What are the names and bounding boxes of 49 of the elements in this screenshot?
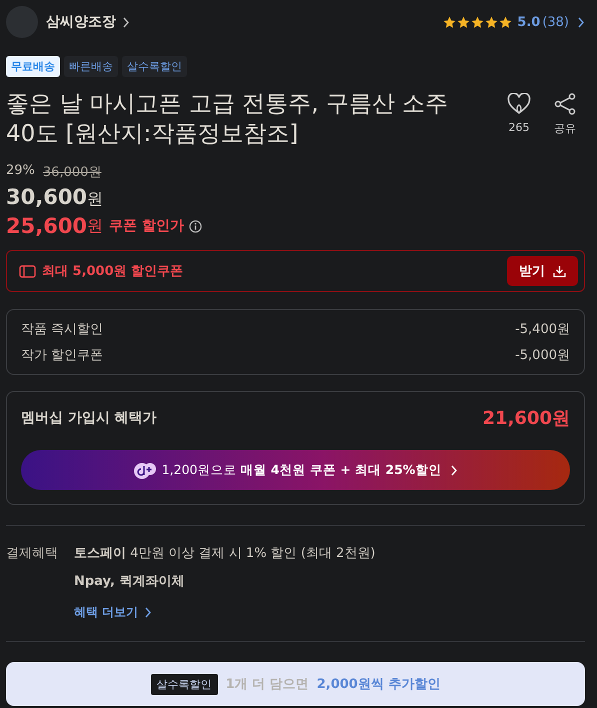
receive-button[interactable]: 받기 [507,256,578,286]
bundle-badge: 살수록할인 [150,674,218,694]
chevron-icon [450,464,458,476]
bundle-text: 1개 더 담으면 [226,676,309,693]
membership-label: 멤버십 가입시 혜택가 [21,409,157,427]
review-count[interactable]: (38) [542,14,569,30]
discount-rate: 29% [6,163,35,180]
coupon-price-label: 쿠폰 할인가 [109,217,184,235]
heart-icon[interactable] [507,93,531,115]
more-benefits-link[interactable]: 혜택 더보기 [74,604,585,621]
membership-promo-button[interactable]: 1,200원으로 매월 4천원 쿠폰 + 최대 25%할인 [21,450,570,490]
coupon-price: 25,600 [6,214,88,238]
discount-label: 작품 즉시할인 [21,321,104,338]
like-count: 265 [508,121,530,134]
rating: 5.0 [517,14,540,30]
currency-unit: 원 [87,216,104,236]
membership-price: 21,600원 [482,407,570,430]
discount-label: 작가 할인쿠폰 [21,347,104,364]
discount-amount: -5,400원 [515,321,570,338]
bundle-discount-banner[interactable]: 살수록할인 1개 더 담으면 2,000원씩 추가할인 [6,662,585,706]
payment-benefit-text: 토스페이 4만원 이상 결제 시 1% 할인 (최대 2천원) [74,545,376,562]
currency-unit: 원 [87,189,104,210]
download-icon [553,264,566,278]
payment-benefit-label: 결제혜택 [6,545,59,563]
bundle-highlight: 2,000원씩 추가할인 [316,676,440,693]
payment-benefit-text: Npay, 퀵계좌이체 [74,573,186,590]
membership-logo-icon [132,462,157,478]
chevron-icon [577,16,585,28]
shop-name[interactable]: 삼씨양조장 [46,13,116,31]
tag: 살수록할인 [122,56,187,77]
coupon-icon [19,264,36,278]
share-icon[interactable] [554,93,576,115]
product-title: 좋은 날 마시고픈 고급 전통주, 구름산 소주 40도 [원산지:작품정보참조] [6,90,450,149]
star-icon [485,16,498,28]
discount-amount: -5,000원 [515,347,570,364]
star-icon [457,16,470,28]
info-icon[interactable] [188,220,202,232]
tag: 무료배송 [6,56,60,77]
star-icon [471,16,484,28]
sale-price: 30,600 [6,185,88,209]
tag: 빠른배송 [64,56,118,77]
original-price: 36,000원 [42,164,102,181]
coupon-text: 최대 5,000원 할인쿠폰 [42,263,184,280]
chevron-icon [144,607,152,618]
membership-promo-text: 1,200원으로 매월 4천원 쿠폰 + 최대 25%할인 [162,462,442,478]
chevron-icon [122,16,130,28]
share-label: 공유 [554,121,576,136]
star-icon [443,16,456,28]
star-icon [499,16,512,28]
